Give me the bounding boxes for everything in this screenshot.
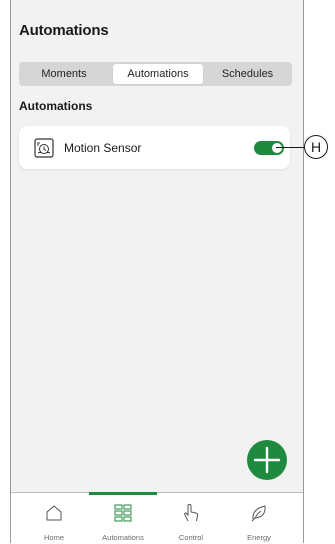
tab-moments[interactable]: Moments	[21, 64, 107, 84]
nav-label-control: Control	[178, 533, 204, 542]
nav-label-automations: Automations	[102, 533, 144, 542]
automation-label: Motion Sensor	[64, 141, 142, 155]
toggle-knob	[272, 143, 282, 153]
callout-marker: H	[304, 135, 328, 159]
automation-toggle[interactable]	[254, 141, 284, 155]
nav-automations[interactable]: Automations	[89, 492, 157, 544]
app-screen: Automations Moments Automations Schedule…	[10, 0, 304, 544]
nav-label-energy: Energy	[247, 533, 271, 542]
plus-icon	[253, 446, 281, 474]
nav-control[interactable]: Control	[157, 493, 225, 544]
callout-line	[276, 147, 304, 148]
tab-schedules[interactable]: Schedules	[205, 64, 290, 84]
nav-home[interactable]: Home	[20, 493, 88, 544]
tab-automations[interactable]: Automations	[113, 64, 203, 84]
home-icon	[46, 505, 62, 521]
grid-icon	[114, 504, 132, 522]
page-title: Automations	[19, 22, 109, 39]
nav-label-home: Home	[43, 533, 64, 542]
section-title: Automations	[19, 99, 93, 113]
tab-bar: Moments Automations Schedules	[19, 62, 292, 86]
leaf-icon	[251, 505, 266, 522]
automation-card-motion-sensor[interactable]: Motion Sensor	[19, 126, 290, 169]
add-automation-button[interactable]	[247, 440, 287, 480]
header: Automations Moments Automations Schedule…	[11, 0, 303, 98]
motion-sensor-icon	[34, 138, 54, 158]
bottom-nav: Home Automations Control Energy	[11, 492, 303, 544]
nav-energy[interactable]: Energy	[225, 493, 293, 544]
hand-icon	[184, 503, 199, 522]
